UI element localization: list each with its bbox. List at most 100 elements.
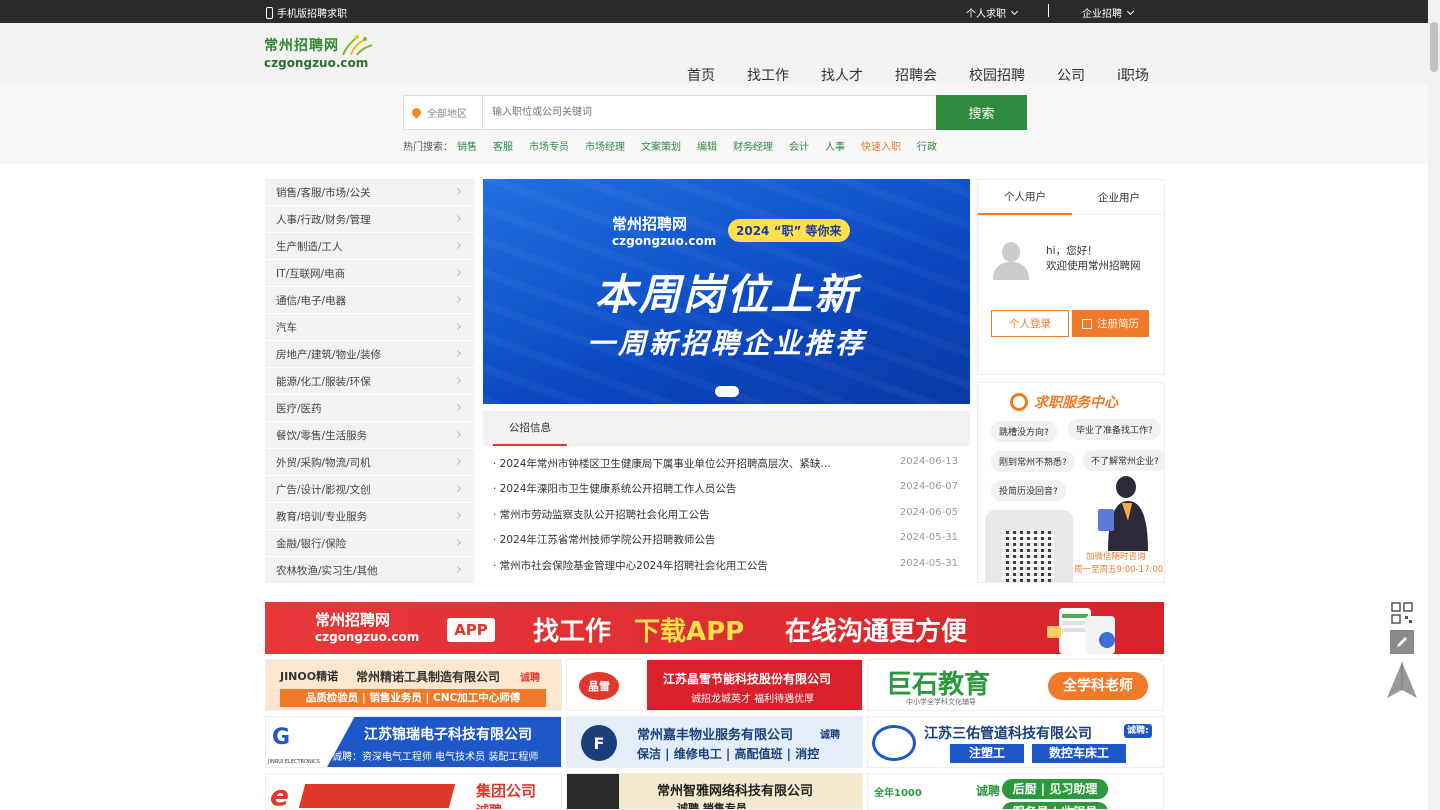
ad-tag: 诚聘 bbox=[820, 730, 840, 741]
ad-brand-logo: G bbox=[272, 725, 291, 750]
banner-tag: 2024 “职” 等你来 bbox=[728, 219, 850, 242]
ad-jiafeng[interactable]: F 常州嘉丰物业服务有限公司 诚聘 保洁 | 维修电工 | 高配值班 | 消控 bbox=[566, 716, 863, 768]
search-button[interactable]: 搜索 bbox=[936, 95, 1027, 130]
category-item[interactable]: 金融/银行/保险 bbox=[265, 530, 475, 557]
category-item[interactable]: 汽车 bbox=[265, 314, 475, 341]
register-resume-label: 注册简历 bbox=[1097, 318, 1139, 330]
category-item[interactable]: 教育/培训/专业服务 bbox=[265, 503, 475, 530]
category-item[interactable]: 医疗/医药 bbox=[265, 395, 475, 422]
mobile-version-link[interactable]: 手机版招聘求职 bbox=[266, 5, 347, 20]
ad-jinoo[interactable]: JINOO精诺 常州精诺工具制造有限公司 诚聘 品质检验员 | 销售业务员 | … bbox=[265, 659, 562, 711]
category-item[interactable]: 外贸/采购/物流/司机 bbox=[265, 449, 475, 476]
tab-personal-user[interactable]: 个人用户 bbox=[978, 180, 1072, 215]
ad-jushi-education[interactable]: 巨石教育 中小学全学科文化辅导 全学科老师 bbox=[867, 659, 1164, 711]
hot-search-item[interactable]: 文案策划 bbox=[641, 138, 681, 153]
ad-brand: 巨石教育 bbox=[886, 670, 991, 700]
category-item[interactable]: 销售/客服/市场/公关 bbox=[265, 179, 475, 206]
ad-laoxiang[interactable]: 全年1000 诚聘 后厨 | 见习助理 服务员 | 收银员 bbox=[867, 773, 1164, 810]
search-input[interactable] bbox=[484, 96, 936, 129]
headset-icon bbox=[1010, 393, 1028, 411]
notice-row[interactable]: · 2024年常州市钟楼区卫生健康局下属事业单位公开招聘高层次、紧缺… 2024-… bbox=[493, 456, 958, 474]
notice-row[interactable]: · 2024年江苏省常州技师学院公开招聘教师公告 2024-05-31 bbox=[493, 532, 958, 550]
nav-find-job[interactable]: 找工作 bbox=[747, 65, 789, 85]
personal-login-button[interactable]: 个人登录 bbox=[991, 310, 1069, 337]
service-bubble: 投简历没回音? bbox=[991, 480, 1066, 501]
hot-search-item[interactable]: 市场经理 bbox=[585, 138, 625, 153]
hot-search-item[interactable]: 会计 bbox=[789, 138, 809, 153]
tab-public-recruit[interactable]: 公招信息 bbox=[493, 411, 567, 446]
hot-searches: 热门搜索： 销售 客服 市场专员 市场经理 文案策划 编辑 财务经理 会计 人事… bbox=[403, 138, 953, 153]
qr-code[interactable] bbox=[1002, 530, 1054, 582]
carousel-indicator[interactable] bbox=[715, 386, 739, 397]
ad-tag: 诚聘 bbox=[476, 800, 502, 809]
nav-company[interactable]: 公司 bbox=[1057, 65, 1085, 85]
app-slogan-2: 下载APP bbox=[634, 617, 745, 647]
category-item[interactable]: 房地产/建筑/物业/装修 bbox=[265, 341, 475, 368]
category-item[interactable]: IT/互联网/电商 bbox=[265, 260, 475, 287]
app-download-banner[interactable]: 常州招聘网 czgongzuo.com APP 找工作 下载APP 在线沟通更方… bbox=[265, 602, 1164, 654]
chevron-right-icon bbox=[453, 295, 462, 304]
notice-row[interactable]: · 2024年溧阳市卫生健康系统公开招聘工作人员公告 2024-06-07 bbox=[493, 481, 958, 499]
nav-home[interactable]: 首页 bbox=[687, 65, 715, 85]
notice-row[interactable]: · 常州市社会保险基金管理中心2024年招聘社会化用工公告 2024-05-31 bbox=[493, 558, 958, 576]
back-to-top-button[interactable] bbox=[1385, 660, 1419, 700]
hot-search-item[interactable]: 行政 bbox=[917, 138, 937, 153]
category-label: 餐饮/零售/生活服务 bbox=[276, 429, 368, 442]
chevron-right-icon bbox=[453, 511, 462, 520]
nav-campus[interactable]: 校园招聘 bbox=[969, 65, 1025, 85]
service-bubble: 毕业了准备找工作? bbox=[1068, 419, 1161, 440]
logo-en: czgongzuo.com bbox=[264, 56, 369, 70]
top-bar: 手机版招聘求职 个人求职 企业招聘 bbox=[0, 0, 1428, 23]
nav-job-fair[interactable]: 招聘会 bbox=[895, 65, 937, 85]
scrollbar-thumb[interactable] bbox=[1430, 22, 1438, 72]
site-logo[interactable]: 常州招聘网 czgongzuo.com bbox=[264, 35, 374, 73]
hot-search-item[interactable]: 销售 bbox=[457, 138, 477, 153]
nav-find-talent[interactable]: 找人才 bbox=[821, 65, 863, 85]
ad-sanyou[interactable]: 江苏三佑管道科技有限公司 诚聘: 注塑工 数控车床工 bbox=[867, 716, 1164, 768]
category-item[interactable]: 人事/行政/财务/管理 bbox=[265, 206, 475, 233]
ad-brand-logo bbox=[567, 774, 619, 809]
ad-jingxue[interactable]: 晶雪 江苏晶雪节能科技股份有限公司 诚招龙城英才 福利待遇优厚 bbox=[566, 659, 863, 711]
page-scrollbar[interactable] bbox=[1428, 0, 1440, 810]
category-item[interactable]: 通信/电子/电器 bbox=[265, 287, 475, 314]
app-logo-en: czgongzuo.com bbox=[315, 630, 420, 644]
qr-code-float-button[interactable] bbox=[1390, 601, 1414, 625]
category-item[interactable]: 广告/设计/影视/文创 bbox=[265, 476, 475, 503]
category-item[interactable]: 餐饮/零售/生活服务 bbox=[265, 422, 475, 449]
hot-search-item[interactable]: 快速入职 bbox=[861, 138, 901, 153]
ad-jinrui[interactable]: G JINRUI ELECTRONICS 江苏锦瑞电子科技有限公司 诚聘：资深电… bbox=[265, 716, 562, 768]
paper-plane-icon bbox=[1387, 662, 1417, 698]
main-banner[interactable]: 常州招聘网 czgongzuo.com 2024 “职” 等你来 本周岗位上新 … bbox=[483, 179, 970, 404]
chevron-right-icon bbox=[453, 349, 462, 358]
notice-row[interactable]: · 常州市劳动监察支队公开招聘社会化用工公告 2024-06-05 bbox=[493, 507, 958, 525]
consultant-illustration bbox=[1098, 476, 1148, 551]
ad-group-company[interactable]: e 集团公司 诚聘 bbox=[265, 773, 562, 810]
personal-jobs-menu[interactable]: 个人求职 bbox=[966, 5, 1019, 20]
pencil-icon bbox=[1397, 637, 1407, 647]
nav-iworkplace[interactable]: i职场 bbox=[1117, 65, 1149, 85]
service-bubble: 不了解常州企业? bbox=[1083, 450, 1164, 471]
ad-positions: 保洁 | 维修电工 | 高配值班 | 消控 bbox=[637, 747, 820, 761]
feedback-float-button[interactable] bbox=[1390, 630, 1414, 654]
hours-caption: 周一至周五9:00-17:00 bbox=[1074, 565, 1164, 575]
qr-code-icon bbox=[1391, 602, 1413, 624]
hot-search-item[interactable]: 编辑 bbox=[697, 138, 717, 153]
hot-search-item[interactable]: 人事 bbox=[825, 138, 845, 153]
hot-search-item[interactable]: 财务经理 bbox=[733, 138, 773, 153]
hot-search-item[interactable]: 客服 bbox=[493, 138, 513, 153]
area-selector[interactable]: 全部地区 bbox=[404, 96, 483, 129]
ad-company-name: 江苏三佑管道科技有限公司 bbox=[924, 726, 1092, 742]
category-item[interactable]: 能源/化工/服装/环保 bbox=[265, 368, 475, 395]
hot-search-item[interactable]: 市场专员 bbox=[529, 138, 569, 153]
notice-date: 2024-06-05 bbox=[899, 507, 958, 518]
category-item[interactable]: 农林牧渔/实习生/其他 bbox=[265, 557, 475, 584]
register-resume-button[interactable]: 注册简历 bbox=[1072, 310, 1149, 337]
ad-company-name: 集团公司 bbox=[476, 782, 537, 800]
greeting-welcome: 欢迎使用常州招聘网 bbox=[1046, 260, 1141, 272]
tab-company-user[interactable]: 企业用户 bbox=[1072, 180, 1166, 215]
category-label: 人事/行政/财务/管理 bbox=[276, 213, 371, 226]
category-item[interactable]: 生产制造/工人 bbox=[265, 233, 475, 260]
ad-zhiya[interactable]: 常州智雅网络科技有限公司 诚聘 销售专员 bbox=[566, 773, 863, 810]
company-recruit-menu[interactable]: 企业招聘 bbox=[1082, 5, 1135, 20]
category-label: 农林牧渔/实习生/其他 bbox=[276, 564, 378, 577]
